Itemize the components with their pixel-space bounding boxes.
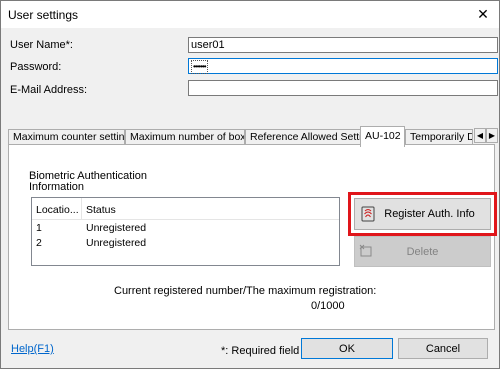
tab-scroll-right-icon[interactable]: ▶	[486, 128, 498, 143]
password-field[interactable]: •••••••	[188, 58, 498, 74]
user-settings-dialog: User settings ✕ User Name*: user01 Passw…	[0, 0, 500, 369]
password-value: •••••••	[191, 60, 208, 74]
column-header-location[interactable]: Locatio...	[32, 198, 82, 220]
window-title: User settings	[8, 8, 79, 22]
row-status: Unregistered	[86, 237, 147, 249]
email-label: E-Mail Address:	[10, 84, 88, 96]
list-item[interactable]: 1 Unregistered	[32, 222, 339, 234]
column-header-status[interactable]: Status	[82, 198, 282, 220]
required-field-note: *: Required field	[221, 345, 300, 357]
username-field[interactable]: user01	[188, 37, 498, 53]
fingerprint-scanner-icon	[361, 206, 375, 225]
list-item[interactable]: 2 Unregistered	[32, 237, 339, 249]
delete-label: Delete	[406, 245, 439, 258]
ok-button[interactable]: OK	[301, 338, 393, 359]
username-value: user01	[191, 39, 225, 51]
biometric-list[interactable]: Locatio... Status 1 Unregistered 2 Unreg…	[31, 197, 340, 266]
tab-strip: Maximum counter settings Maximum number …	[8, 126, 498, 147]
biometric-section-label-line2: Information	[29, 181, 85, 193]
tab-au-102[interactable]: AU-102	[360, 126, 405, 147]
row-location: 1	[36, 222, 42, 234]
register-auth-info-button[interactable]: Register Auth. Info	[354, 198, 491, 230]
register-auth-info-label: Register Auth. Info	[384, 208, 475, 220]
tab-scroll-left-icon[interactable]: ◀	[474, 128, 486, 143]
registration-count-value: 0/1000	[311, 300, 345, 312]
username-label: User Name*:	[10, 39, 73, 51]
delete-icon	[359, 244, 373, 261]
registration-count-caption: Current registered number/The maximum re…	[114, 285, 377, 297]
password-label: Password:	[10, 61, 62, 73]
close-icon[interactable]: ✕	[467, 1, 499, 28]
list-header: Locatio... Status	[32, 198, 339, 220]
delete-button[interactable]: Delete	[354, 236, 491, 267]
email-field[interactable]	[188, 80, 498, 96]
cancel-button[interactable]: Cancel	[398, 338, 488, 359]
title-bar: User settings ✕	[1, 1, 499, 28]
help-link[interactable]: Help(F1)	[11, 343, 54, 355]
row-status: Unregistered	[86, 222, 147, 234]
row-location: 2	[36, 237, 42, 249]
